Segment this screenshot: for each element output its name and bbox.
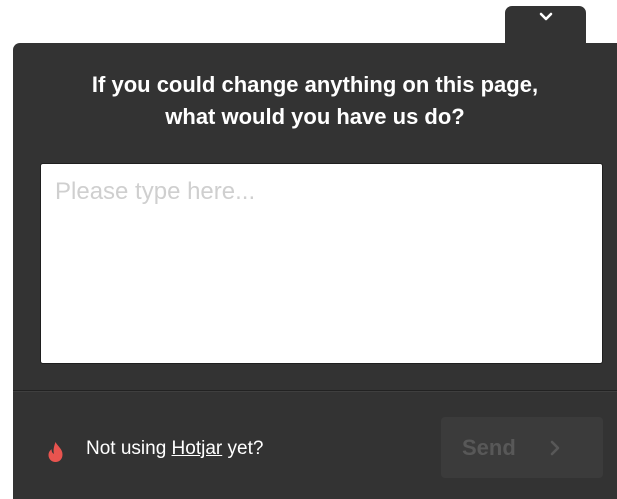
send-label: Send xyxy=(462,434,516,460)
chevron-right-icon xyxy=(550,440,560,455)
promo-suffix: yet? xyxy=(222,438,264,459)
footer-divider-highlight xyxy=(13,391,617,392)
hotjar-link[interactable]: Hotjar xyxy=(172,438,223,460)
hotjar-flame-icon xyxy=(48,442,63,462)
feedback-question: If you could change anything on this pag… xyxy=(13,69,617,133)
chevron-down-icon xyxy=(539,12,552,21)
send-button[interactable]: Send xyxy=(441,417,603,478)
hotjar-promo: Not using Hotjar yet? xyxy=(47,435,263,463)
feedback-textarea[interactable] xyxy=(40,163,603,364)
collapse-tab[interactable] xyxy=(505,6,586,46)
feedback-panel: If you could change anything on this pag… xyxy=(13,43,617,499)
question-line-1: If you could change anything on this pag… xyxy=(91,72,539,97)
promo-prefix: Not using xyxy=(86,438,172,459)
question-line-2: what would you have us do? xyxy=(165,104,465,129)
